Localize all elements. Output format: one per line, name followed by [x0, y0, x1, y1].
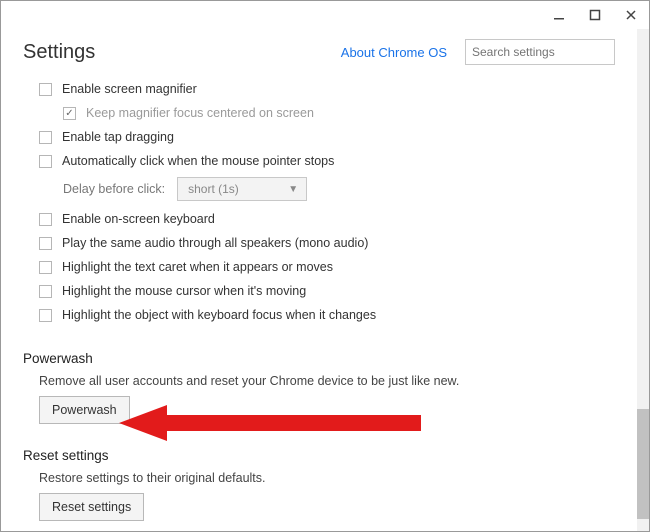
- checkbox-label: Enable on-screen keyboard: [62, 212, 215, 226]
- reset-settings-desc: Restore settings to their original defau…: [23, 467, 615, 493]
- checkbox-icon[interactable]: [39, 261, 52, 274]
- checkbox-label: Highlight the object with keyboard focus…: [62, 308, 376, 322]
- delay-before-click-row: Delay before click: short (1s) ▼: [23, 173, 615, 207]
- auto-click-row[interactable]: Automatically click when the mouse point…: [23, 149, 615, 173]
- reset-settings-button[interactable]: Reset settings: [39, 493, 144, 521]
- checkbox-label: Keep magnifier focus centered on screen: [86, 106, 314, 120]
- checkbox-label: Enable screen magnifier: [62, 82, 197, 96]
- enable-onscreen-keyboard-row[interactable]: Enable on-screen keyboard: [23, 207, 615, 231]
- enable-screen-magnifier-row[interactable]: Enable screen magnifier: [23, 77, 615, 101]
- checkbox-icon[interactable]: [39, 131, 52, 144]
- content-area: Settings About Chrome OS Enable screen m…: [1, 29, 637, 531]
- header-row: Settings About Chrome OS: [1, 29, 637, 73]
- powerwash-body: Remove all user accounts and reset your …: [1, 370, 637, 430]
- checkbox-icon[interactable]: [39, 83, 52, 96]
- powerwash-button[interactable]: Powerwash: [39, 396, 130, 424]
- select-value: short (1s): [188, 182, 239, 196]
- keep-magnifier-focus-row: Keep magnifier focus centered on screen: [23, 101, 615, 125]
- checkbox-label: Highlight the text caret when it appears…: [62, 260, 333, 274]
- reset-settings-body: Restore settings to their original defau…: [1, 467, 637, 527]
- hide-advanced-settings-link[interactable]: Hide advanced settings...: [1, 527, 169, 531]
- minimize-button[interactable]: [547, 5, 571, 25]
- checkbox-label: Automatically click when the mouse point…: [62, 154, 334, 168]
- highlight-mouse-cursor-row[interactable]: Highlight the mouse cursor when it's mov…: [23, 279, 615, 303]
- scrollbar-thumb[interactable]: [637, 409, 649, 519]
- titlebar: [1, 1, 649, 29]
- checkbox-label: Enable tap dragging: [62, 130, 174, 144]
- checkbox-icon[interactable]: [39, 309, 52, 322]
- reset-settings-title: Reset settings: [1, 430, 637, 467]
- checkbox-icon[interactable]: [39, 213, 52, 226]
- maximize-button[interactable]: [583, 5, 607, 25]
- page-title: Settings: [23, 41, 95, 64]
- checkbox-icon[interactable]: [39, 285, 52, 298]
- enable-tap-dragging-row[interactable]: Enable tap dragging: [23, 125, 615, 149]
- delay-label: Delay before click:: [63, 182, 165, 196]
- highlight-text-caret-row[interactable]: Highlight the text caret when it appears…: [23, 255, 615, 279]
- chevron-down-icon: ▼: [288, 184, 298, 195]
- checkbox-label: Highlight the mouse cursor when it's mov…: [62, 284, 306, 298]
- accessibility-section: Enable screen magnifier Keep magnifier f…: [1, 73, 637, 333]
- checkbox-icon: [63, 107, 76, 120]
- checkbox-label: Play the same audio through all speakers…: [62, 236, 368, 250]
- delay-select[interactable]: short (1s) ▼: [177, 177, 307, 201]
- highlight-keyboard-focus-row[interactable]: Highlight the object with keyboard focus…: [23, 303, 615, 327]
- scrollbar-track[interactable]: [637, 29, 649, 531]
- checkbox-icon[interactable]: [39, 155, 52, 168]
- about-chrome-os-link[interactable]: About Chrome OS: [341, 45, 447, 60]
- powerwash-title: Powerwash: [1, 333, 637, 370]
- mono-audio-row[interactable]: Play the same audio through all speakers…: [23, 231, 615, 255]
- checkbox-icon[interactable]: [39, 237, 52, 250]
- search-input[interactable]: [465, 39, 615, 65]
- powerwash-desc: Remove all user accounts and reset your …: [23, 370, 615, 396]
- close-button[interactable]: [619, 5, 643, 25]
